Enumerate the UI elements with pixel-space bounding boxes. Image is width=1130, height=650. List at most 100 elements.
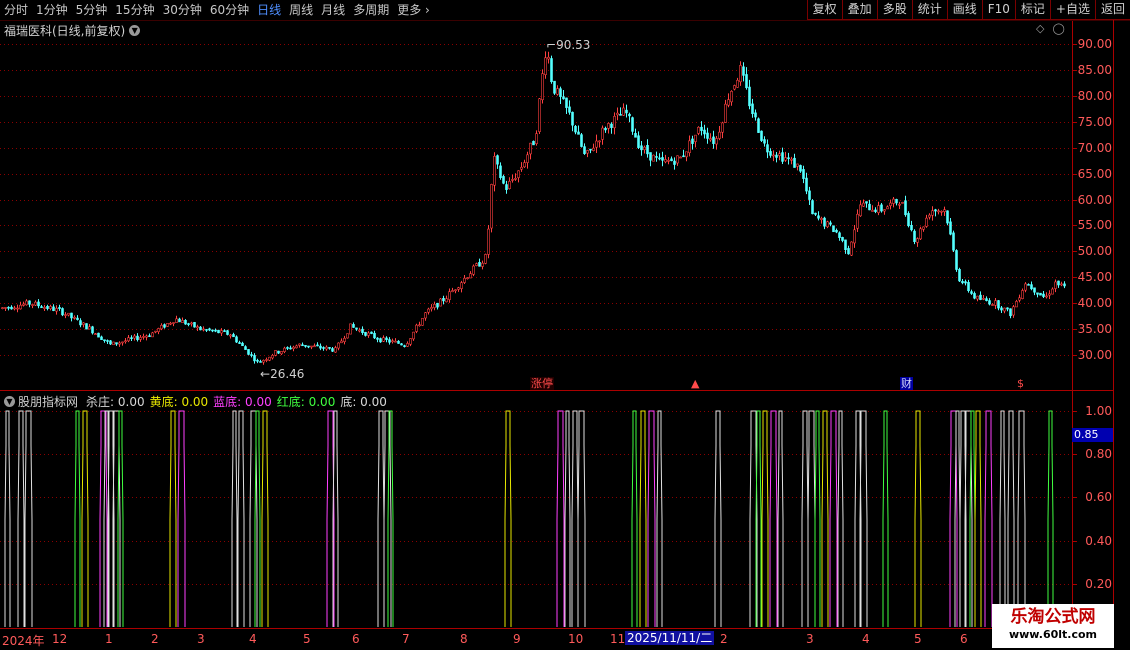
candle-body xyxy=(439,298,442,307)
gear-icon[interactable]: ◯ xyxy=(1052,22,1064,35)
candle-body xyxy=(145,335,148,338)
period-tab[interactable]: 1分钟 xyxy=(32,0,72,20)
candle-body xyxy=(76,317,79,320)
candle-body xyxy=(271,355,274,359)
candle-body xyxy=(187,323,190,325)
toolbar-button[interactable]: 多股 xyxy=(876,0,912,20)
period-tab[interactable]: 更多 › xyxy=(393,0,434,20)
candle-body xyxy=(664,159,667,163)
period-tab[interactable]: 多周期 xyxy=(349,0,393,20)
up-arrow-marker[interactable]: ▲ xyxy=(690,377,700,390)
candle-body xyxy=(418,324,421,327)
candle-body xyxy=(913,230,916,242)
candle-body xyxy=(838,232,841,238)
candle-body xyxy=(706,132,709,139)
candle-body xyxy=(571,111,574,126)
candle-body xyxy=(976,295,979,300)
date-axis: 2024年 12 1 2 3 4 5 6 7 8 9 10 11 2 3 4 5 6 xyxy=(0,630,1072,650)
candle-body xyxy=(847,248,850,255)
candle-body xyxy=(817,215,820,219)
finance-marker[interactable]: 财 xyxy=(900,377,913,390)
main-chart-title[interactable]: 福瑞医科(日线,前复权) ▼ xyxy=(4,22,141,39)
candle-body xyxy=(526,154,529,163)
candle-body xyxy=(796,163,799,167)
indicator-spike xyxy=(631,410,638,627)
toolbar-button[interactable]: 画线 xyxy=(946,0,982,20)
candle-body xyxy=(202,328,205,331)
period-tab[interactable]: 日线 xyxy=(253,0,285,20)
candle-body xyxy=(496,155,499,165)
candle-body xyxy=(631,117,634,132)
price-tick-label: 50.00 xyxy=(1077,244,1112,259)
candle-body xyxy=(313,345,316,348)
indicator-spike xyxy=(4,410,11,627)
candle-body xyxy=(1036,292,1039,295)
candle-body xyxy=(274,350,277,356)
candle-body xyxy=(916,238,919,243)
candle-body xyxy=(757,118,760,133)
candle-body xyxy=(871,209,874,212)
watermark-url: www.60lt.com xyxy=(1008,628,1098,641)
candle-body xyxy=(118,342,121,345)
candle-body xyxy=(832,225,835,233)
indicator-spike xyxy=(639,410,647,627)
candle-body xyxy=(490,184,493,229)
period-tab[interactable]: 30分钟 xyxy=(159,0,206,20)
candle-body xyxy=(430,307,433,310)
price-tick-label: 75.00 xyxy=(1077,114,1112,129)
period-tab[interactable]: 周线 xyxy=(285,0,317,20)
candle-body xyxy=(592,147,595,151)
toolbar-button[interactable]: +自选 xyxy=(1049,0,1095,20)
candle-body xyxy=(508,181,511,189)
period-tab[interactable]: 分时 xyxy=(0,0,32,20)
candle-body xyxy=(877,205,880,213)
diamond-icon[interactable]: ◇ xyxy=(1036,22,1044,35)
candle-body xyxy=(151,332,154,338)
candle-body xyxy=(436,302,439,308)
toolbar-button[interactable]: 复权 xyxy=(806,0,842,20)
candle-body xyxy=(742,66,745,76)
period-tab[interactable]: 月线 xyxy=(317,0,349,20)
candle-body xyxy=(868,203,871,211)
candle-body xyxy=(529,142,532,155)
candle-body xyxy=(814,212,817,215)
candle-body xyxy=(97,332,100,338)
price-tick-label: 55.00 xyxy=(1077,218,1112,233)
candle-body xyxy=(67,312,70,316)
candle-body xyxy=(601,127,604,140)
candle-body xyxy=(730,90,733,103)
candle-body xyxy=(517,170,520,178)
toolbar-button[interactable]: 返回 xyxy=(1094,0,1130,20)
candle-body xyxy=(142,336,145,338)
candle-body xyxy=(616,112,619,116)
candle-body xyxy=(106,340,109,342)
candle-body xyxy=(760,130,763,141)
candle-body xyxy=(952,232,955,251)
toolbar-button[interactable]: F10 xyxy=(981,0,1015,20)
candle-body xyxy=(604,127,607,131)
period-tab[interactable]: 15分钟 xyxy=(111,0,158,20)
candle-body xyxy=(799,165,802,172)
candle-body xyxy=(478,262,481,267)
price-tick-label: 45.00 xyxy=(1077,270,1112,285)
candle-body xyxy=(379,338,382,343)
period-tab[interactable]: 60分钟 xyxy=(206,0,253,20)
chevron-down-icon[interactable]: ▼ xyxy=(4,396,15,407)
indicator-spike xyxy=(829,410,838,627)
toolbar-button[interactable]: 标记 xyxy=(1014,0,1050,20)
candle-body xyxy=(337,342,340,349)
limit-up-marker[interactable]: 涨停 xyxy=(530,377,554,390)
candle-body xyxy=(841,237,844,241)
candle-body xyxy=(652,154,655,162)
toolbar-button[interactable]: 叠加 xyxy=(841,0,877,20)
date-tick-label: 6 xyxy=(352,632,360,646)
candle-body xyxy=(943,209,946,212)
period-tab[interactable]: 5分钟 xyxy=(72,0,112,20)
candle-body xyxy=(793,157,796,168)
candle-body xyxy=(865,201,868,204)
chart-canvas[interactable] xyxy=(0,0,1130,650)
toolbar-button[interactable]: 统计 xyxy=(911,0,947,20)
candle-body xyxy=(16,307,19,310)
dividend-marker[interactable]: $ xyxy=(1016,377,1025,390)
chevron-down-icon[interactable]: ▼ xyxy=(129,25,141,36)
